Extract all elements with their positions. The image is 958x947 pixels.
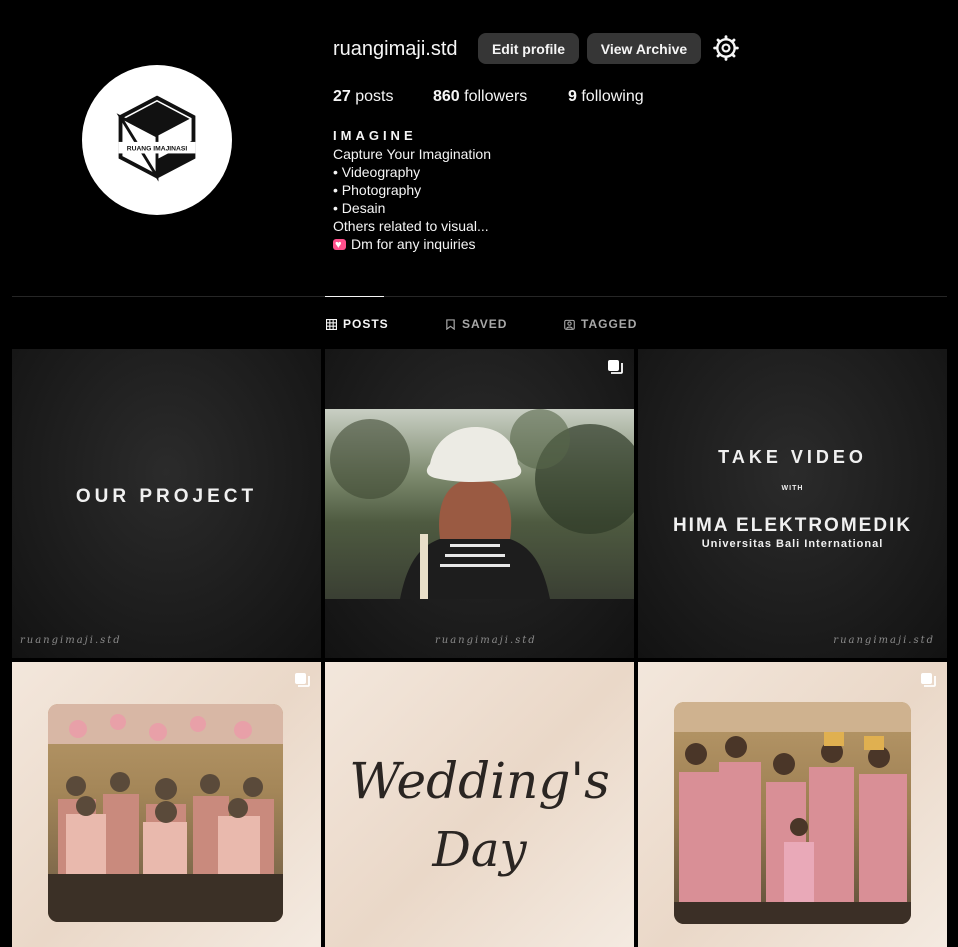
- post-1-title: OUR PROJECT: [75, 486, 258, 507]
- following-link[interactable]: 9 following: [568, 88, 644, 106]
- carousel-icon: [608, 360, 623, 374]
- post-6-photo: [674, 702, 911, 924]
- grid-icon: [326, 318, 337, 330]
- tab-saved[interactable]: SAVED: [445, 317, 507, 331]
- post-tile[interactable]: [638, 662, 947, 947]
- post-3-line3: HIMA ELEKTROMEDIK: [672, 515, 913, 536]
- carousel-icon: [921, 673, 936, 687]
- following-label: following: [581, 88, 644, 105]
- tab-saved-label: SAVED: [462, 317, 508, 331]
- post-3-signature: ruangimaji.std: [833, 635, 935, 646]
- svg-text:RUANG IMAJINASI: RUANG IMAJINASI: [127, 146, 188, 153]
- tab-tagged[interactable]: TAGGED: [564, 317, 637, 331]
- carousel-icon: [295, 673, 310, 687]
- bio-line: • Videography: [333, 164, 421, 180]
- post-1-signature: ruangimaji.std: [20, 635, 122, 646]
- post-2-signature: ruangimaji.std: [435, 635, 537, 646]
- view-archive-button[interactable]: View Archive: [587, 33, 701, 64]
- bio-line-dm: Dm for any inquiries: [333, 235, 491, 254]
- posts-count: 27 posts: [333, 88, 394, 106]
- tab-tagged-label: TAGGED: [581, 317, 638, 331]
- post-5-line2: Day: [432, 822, 527, 878]
- post-tile[interactable]: ruangimaji.std: [325, 349, 634, 658]
- tab-divider: [12, 296, 947, 297]
- post-tile[interactable]: TAKE VIDEO WITH HIMA ELEKTROMEDIK Univer…: [638, 349, 947, 658]
- posts-count-value: 27: [333, 88, 351, 105]
- tab-posts-label: POSTS: [343, 317, 389, 331]
- followers-count-value: 860: [433, 88, 460, 105]
- ruang-imajinasi-logo: RUANG IMAJINASI: [116, 95, 196, 182]
- followers-link[interactable]: 860 followers: [433, 88, 527, 106]
- post-5-line1: Wedding's: [349, 752, 610, 810]
- profile-avatar[interactable]: RUANG IMAJINASI: [82, 65, 232, 215]
- tag-person-icon: [564, 319, 575, 330]
- profile-display-name: IMAGINE: [333, 128, 417, 143]
- tab-posts[interactable]: POSTS: [326, 317, 389, 331]
- profile-username: ruangimaji.std: [333, 38, 458, 60]
- profile-bio: IMAGINE Capture Your Imagination • Video…: [333, 127, 491, 254]
- post-4-photo: [48, 704, 283, 922]
- post-3-line2: WITH: [781, 485, 804, 492]
- posts-count-label: posts: [355, 88, 394, 105]
- posts-grid: OUR PROJECT ruangimaji.std ruangimaji.st…: [12, 349, 947, 947]
- post-3-line4: Universitas Bali International: [701, 538, 884, 550]
- post-2-photo: [325, 409, 634, 599]
- post-tile[interactable]: Wedding's Day: [325, 662, 634, 947]
- following-count-value: 9: [568, 88, 577, 105]
- post-2-photo-art: [330, 409, 634, 599]
- post-4-photo-art: [48, 704, 283, 922]
- post-3-line1: TAKE VIDEO: [718, 447, 867, 467]
- bio-line: Others related to visual...: [333, 218, 489, 234]
- edit-profile-button[interactable]: Edit profile: [478, 33, 579, 64]
- post-tile[interactable]: [12, 662, 321, 947]
- love-letter-icon: [333, 236, 346, 254]
- bio-line: • Photography: [333, 182, 422, 198]
- post-6-photo-art: [674, 702, 911, 924]
- bio-line: Capture Your Imagination: [333, 146, 491, 162]
- bookmark-icon: [446, 318, 455, 330]
- bio-line: • Desain: [333, 200, 386, 216]
- followers-label: followers: [464, 88, 528, 105]
- gear-icon[interactable]: [713, 35, 739, 61]
- active-tab-indicator: [325, 296, 384, 297]
- bio-dm-text: Dm for any inquiries: [351, 236, 476, 252]
- post-tile[interactable]: OUR PROJECT ruangimaji.std: [12, 349, 321, 658]
